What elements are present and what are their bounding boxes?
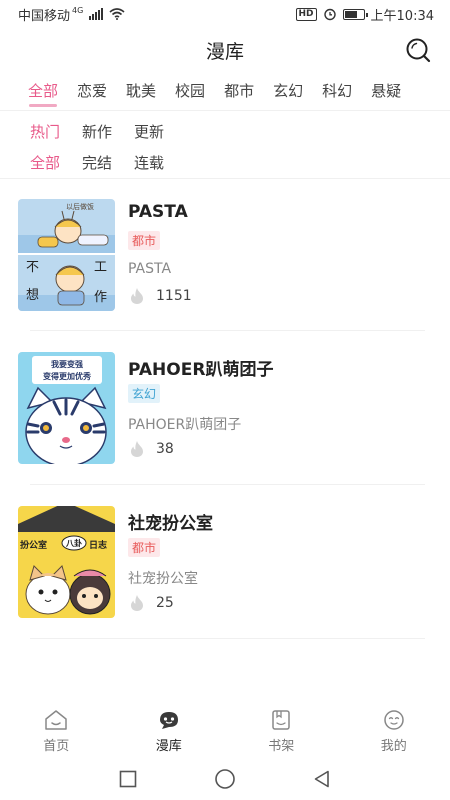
alarm-icon	[323, 8, 336, 21]
comic-title[interactable]: PAHOER趴萌团子	[128, 355, 273, 380]
comic-cover[interactable]: 扮公室 八卦 日志	[18, 506, 115, 618]
sort-updated[interactable]: 更新	[134, 121, 164, 142]
cover-text: 想	[26, 287, 39, 303]
category-tabs: 全部 恋爱 耽美 校园 都市 玄幻 科幻 悬疑	[0, 72, 450, 110]
comic-library-icon	[159, 712, 178, 729]
nav-comic-library-label: 漫库	[155, 739, 182, 754]
network-label: 4G	[72, 5, 84, 15]
tab-fantasy[interactable]: 玄幻	[273, 76, 303, 107]
nav-profile[interactable]: 我的	[338, 700, 450, 758]
page-title: 漫库	[205, 40, 244, 63]
nav-home-label: 首页	[43, 739, 70, 754]
comic-subtitle: 社宠扮公室	[128, 571, 198, 587]
genre-badge: 都市	[128, 231, 161, 250]
filter-divider	[0, 178, 450, 179]
heat-value: 25	[156, 595, 174, 611]
cover-text: 扮公室	[20, 539, 47, 551]
recents-icon[interactable]	[118, 769, 138, 789]
cover-text: 八卦	[65, 538, 82, 548]
comic-cover[interactable]: 以后做饭 不 工 想 作	[18, 199, 115, 311]
sort-new[interactable]: 新作	[82, 121, 112, 142]
heat-count: 1151	[128, 287, 192, 305]
comic-subtitle: PAHOER趴萌团子	[128, 417, 242, 433]
search-icon[interactable]	[404, 36, 432, 64]
system-nav-bar	[0, 758, 450, 800]
nav-bookshelf[interactable]: 书架	[225, 700, 338, 758]
cover-text: 不	[26, 260, 39, 275]
battery-icon	[342, 8, 368, 20]
list-divider	[30, 638, 425, 639]
list-divider	[30, 330, 425, 331]
cover-text: 工	[94, 260, 107, 275]
cover-text: 作	[94, 290, 107, 305]
comic-title[interactable]: PASTA	[128, 202, 188, 222]
genre-badge: 都市	[128, 538, 161, 557]
tab-scifi[interactable]: 科幻	[322, 76, 352, 107]
carrier-label: 中国移动	[18, 8, 71, 24]
status-right: HD 上午10:34	[295, 5, 434, 24]
nav-profile-label: 我的	[380, 739, 407, 754]
clock-label: 上午10:34	[370, 8, 434, 24]
comic-list-item[interactable]: 我要变强 变得更加优秀 PAHOER趴萌团子 玄幻 PAHOER趴萌团子 38	[18, 352, 428, 464]
heat-value: 38	[156, 441, 174, 457]
cover-text: 以后做饭	[66, 202, 94, 211]
nav-home[interactable]: 首页	[0, 700, 113, 758]
genre-badge: 玄幻	[128, 384, 161, 403]
tab-romance[interactable]: 恋爱	[77, 76, 107, 107]
bookshelf-icon	[272, 710, 290, 730]
comic-list-item[interactable]: 以后做饭 不 工 想 作 PASTA 都市 PASTA 1151	[18, 199, 428, 311]
list-divider	[30, 484, 425, 485]
signal-icon	[89, 8, 104, 20]
comic-title[interactable]: 社宠扮公室	[128, 509, 213, 534]
cover-text: 变得更加优秀	[43, 371, 92, 381]
tabs-divider	[0, 110, 450, 111]
nav-comic-library[interactable]: 漫库	[113, 700, 226, 758]
tab-urban[interactable]: 都市	[224, 76, 254, 107]
status-left: 中国移动 4G	[18, 5, 125, 24]
flame-icon	[131, 441, 143, 457]
app-header: 漫库	[0, 28, 450, 72]
sort-filter: 热门 新作 更新	[30, 121, 164, 142]
tab-all[interactable]: 全部	[28, 76, 58, 107]
comic-subtitle: PASTA	[128, 261, 172, 277]
cover-text: 日志	[89, 539, 107, 551]
flame-icon	[131, 288, 143, 304]
status-completed[interactable]: 完结	[82, 152, 112, 173]
heat-count: 38	[128, 440, 174, 458]
bottom-nav: 首页 漫库 书架 我的	[0, 700, 450, 758]
status-all[interactable]: 全部	[30, 152, 60, 173]
comic-cover[interactable]: 我要变强 变得更加优秀	[18, 352, 115, 464]
home-icon	[45, 710, 67, 730]
status-bar: 中国移动 4G HD 上午10:34	[0, 0, 450, 28]
tab-bl[interactable]: 耽美	[126, 76, 156, 107]
status-filter: 全部 完结 连载	[30, 152, 164, 173]
heat-count: 25	[128, 594, 174, 612]
status-ongoing[interactable]: 连载	[134, 152, 164, 173]
tab-mystery[interactable]: 悬疑	[371, 76, 401, 107]
comic-list-item[interactable]: 扮公室 八卦 日志 社宠扮公室 都市 社宠扮公室 25	[18, 506, 428, 618]
tab-campus[interactable]: 校园	[175, 76, 205, 107]
cover-text: 我要变强	[51, 359, 83, 369]
heat-value: 1151	[156, 288, 192, 304]
wifi-icon	[109, 8, 125, 20]
flame-icon	[131, 595, 143, 611]
sort-hot[interactable]: 热门	[30, 121, 60, 142]
profile-icon	[384, 710, 404, 730]
nav-bookshelf-label: 书架	[268, 739, 295, 754]
home-circle-icon[interactable]	[214, 768, 236, 790]
back-icon[interactable]	[312, 769, 332, 789]
hd-badge: HD	[295, 7, 317, 21]
